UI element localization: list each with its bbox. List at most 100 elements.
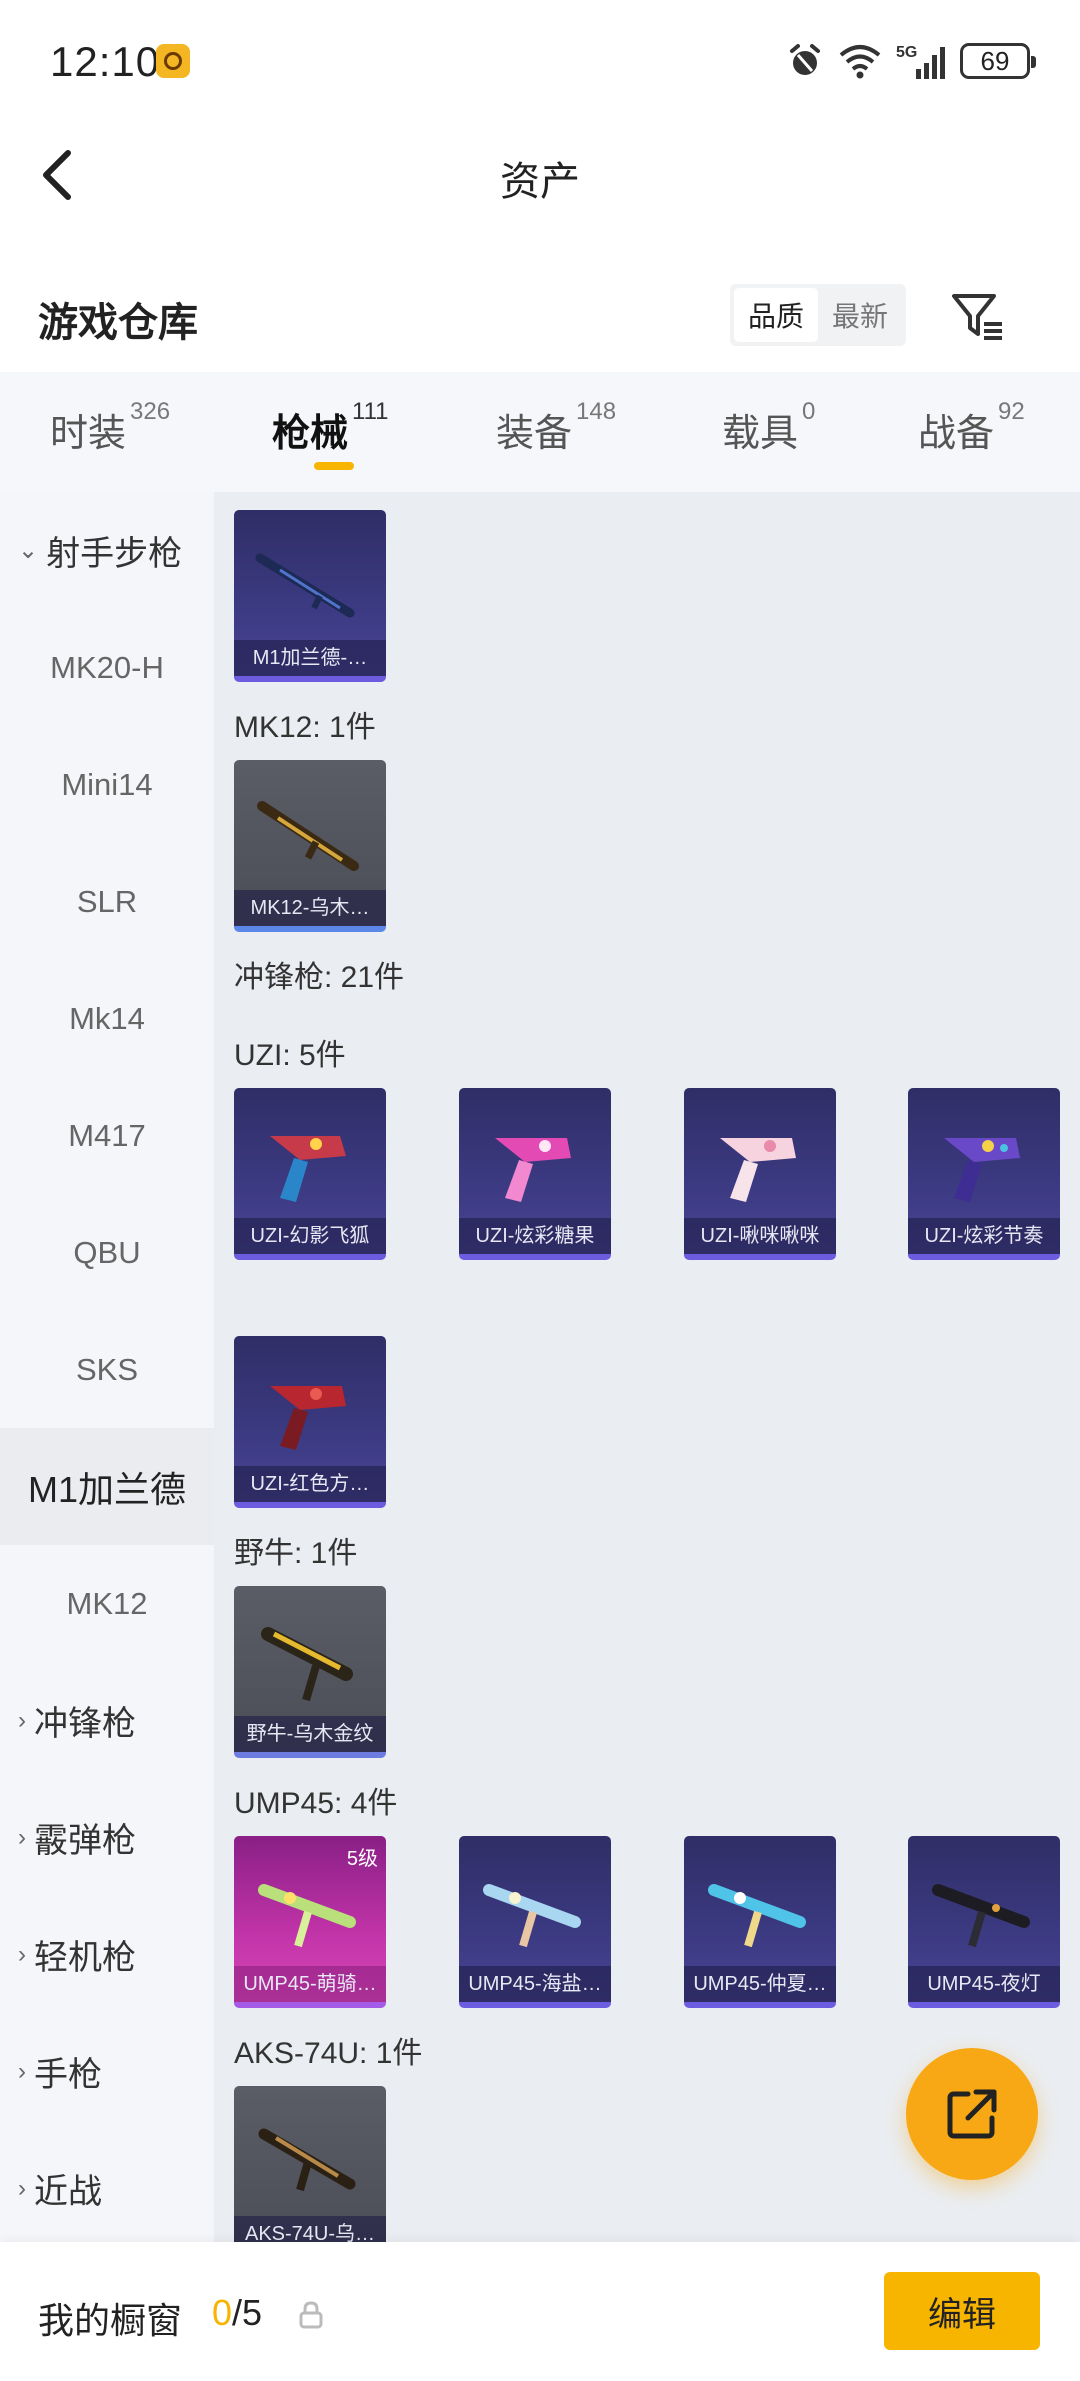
tab-count: 326 [130,398,171,425]
smg-icon [270,1136,346,1202]
smg-icon [261,1627,353,1702]
showcase-current: 0 [212,2292,233,2333]
battery-indicator: 69 [960,43,1036,79]
wifi-icon [839,45,881,79]
weapon-card-label: M1加兰德-… [234,640,386,676]
tab-fashion[interactable]: 时装326 [50,398,170,457]
weapon-card-label: AKS-74U-乌… [234,2216,386,2242]
chevron-right-icon: › [18,2174,26,2202]
weapon-card[interactable]: UMP45-海盐… [459,1836,611,2008]
share-button[interactable] [906,2048,1038,2180]
section-label: AKS-74U: 1件 [234,2037,423,2070]
weapon-card[interactable]: MK12-乌木… [234,760,386,932]
sidebar-group-smg[interactable]: › 冲锋枪 [0,1662,214,1779]
weapon-card[interactable]: UZI-啾咪啾咪 [684,1088,836,1260]
tab-supplies[interactable]: 战备92 [918,398,1025,457]
rifle-icon [258,2128,356,2192]
showcase-total: /5 [232,2292,263,2333]
sidebar-group-lmg[interactable]: › 轻机枪 [0,1896,214,2013]
status-time: 12:10 [50,38,161,85]
app-notification-icon [156,44,190,78]
section-label: 野牛: 1件 [234,1537,358,1570]
alarm-icon [790,44,820,75]
weapon-card-label: 野牛-乌木金纹 [234,1716,386,1752]
sidebar-group-melee[interactable]: › 近战 [0,2130,214,2242]
sort-quality-button[interactable]: 品质 [734,288,818,342]
filter-icon [952,294,1002,340]
section-label: UMP45: 4件 [234,1787,398,1820]
sidebar-group-marksman-rifles[interactable]: ⌄ 射手步枪 [0,492,214,609]
showcase-label: 我的橱窗 [38,2300,183,2341]
sort-latest-button[interactable]: 最新 [818,288,902,342]
category-tabs: 时装326 枪械111 装备148 载具0 战备92 [0,372,1080,492]
weapon-card[interactable]: 野牛-乌木金纹 [234,1586,386,1758]
sidebar-item-mini14[interactable]: Mini14 [0,726,214,843]
tab-label: 战备 [918,413,995,455]
section-label: MK12: 1件 [234,711,376,744]
weapon-card[interactable]: UZI-幻影飞狐 [234,1088,386,1260]
smg-icon [483,1884,581,1948]
warehouse-header: 游戏仓库 品质 最新 [0,262,1080,372]
smg-icon [720,1138,796,1202]
top-nav: 资产 [0,125,1080,230]
sidebar-item-label: 手枪 [34,2056,102,2094]
sidebar-item-label: 近战 [34,2173,102,2211]
sidebar-item-label: 轻机枪 [34,1939,136,1977]
tab-label: 时装 [50,413,127,455]
weapon-category-sidebar: ⌄ 射手步枪 MK20-H Mini14 SLR Mk14 M417 QBU SK… [0,492,214,2242]
sidebar-group-pistol[interactable]: › 手枪 [0,2013,214,2130]
section-label: 冲锋枪: 21件 [234,961,405,994]
sidebar-item-mk14[interactable]: Mk14 [0,960,214,1077]
weapon-card-label: UMP45-海盐… [459,1966,611,2002]
sidebar-item-mk20h[interactable]: MK20-H [0,609,214,726]
tab-equipment[interactable]: 装备148 [496,398,616,457]
sidebar-item-m417[interactable]: M417 [0,1077,214,1194]
sidebar-item-label: 霰弹枪 [34,1822,136,1860]
signal-5g-icon: 5G [896,44,945,79]
sidebar-item-label: 射手步枪 [46,535,183,573]
filter-button[interactable] [948,286,1008,346]
weapon-card[interactable]: UZI-炫彩节奏 [908,1088,1060,1260]
section-label: UZI: 5件 [234,1039,346,1072]
showcase-count: 0/5 [212,2292,262,2334]
external-link-icon [947,2089,997,2139]
tab-vehicles[interactable]: 载具0 [722,398,815,457]
chevron-right-icon: › [18,1823,26,1851]
weapon-card[interactable]: 5级 UMP45-萌骑… [234,1836,386,2008]
chevron-right-icon: › [18,1940,26,1968]
weapon-level-badge: 5级 [346,1848,378,1870]
weapon-card-label: UZI-炫彩糖果 [459,1218,611,1254]
sort-toggle: 品质 最新 [730,284,906,346]
sidebar-item-mk12[interactable]: MK12 [0,1545,214,1662]
smg-icon [495,1138,571,1202]
rifle-icon [257,801,359,871]
weapon-card[interactable]: AKS-74U-乌… [234,2086,386,2242]
weapon-card-label: UZI-红色方… [234,1466,386,1502]
edit-button[interactable]: 编辑 [884,2272,1040,2350]
network-label: 5G [896,44,917,61]
lock-icon [299,2301,323,2329]
sidebar-item-label: 冲锋枪 [34,1705,136,1743]
sidebar-group-shotgun[interactable]: › 霰弹枪 [0,1779,214,1896]
sidebar-item-qbu[interactable]: QBU [0,1194,214,1311]
showcase-bar: 我的橱窗 0/5 编辑 [0,2242,1080,2381]
tab-count: 111 [352,398,389,425]
weapon-card[interactable]: UZI-红色方… [234,1336,386,1508]
chevron-down-icon: ⌄ [18,537,39,564]
weapon-card-label: UMP45-萌骑… [234,1966,386,2002]
weapon-card[interactable]: M1加兰德-… [234,510,386,682]
tab-label: 装备 [496,413,573,455]
weapon-card[interactable]: UZI-炫彩糖果 [459,1088,611,1260]
weapon-card[interactable]: UMP45-夜灯 [908,1836,1060,2008]
weapon-card-label: UMP45-夜灯 [908,1966,1060,2002]
weapon-card[interactable]: UMP45-仲夏… [684,1836,836,2008]
tab-weapons[interactable]: 枪械111 [272,398,389,457]
rifle-icon [255,553,355,618]
smg-icon [944,1138,1020,1202]
active-tab-indicator [314,462,354,470]
weapon-card-label: UZI-幻影飞狐 [234,1218,386,1254]
sidebar-item-m1-garand[interactable]: M1加兰德 [0,1428,214,1545]
status-bar: 12:10 5G 69 [0,0,1080,125]
sidebar-item-slr[interactable]: SLR [0,843,214,960]
sidebar-item-sks[interactable]: SKS [0,1311,214,1428]
